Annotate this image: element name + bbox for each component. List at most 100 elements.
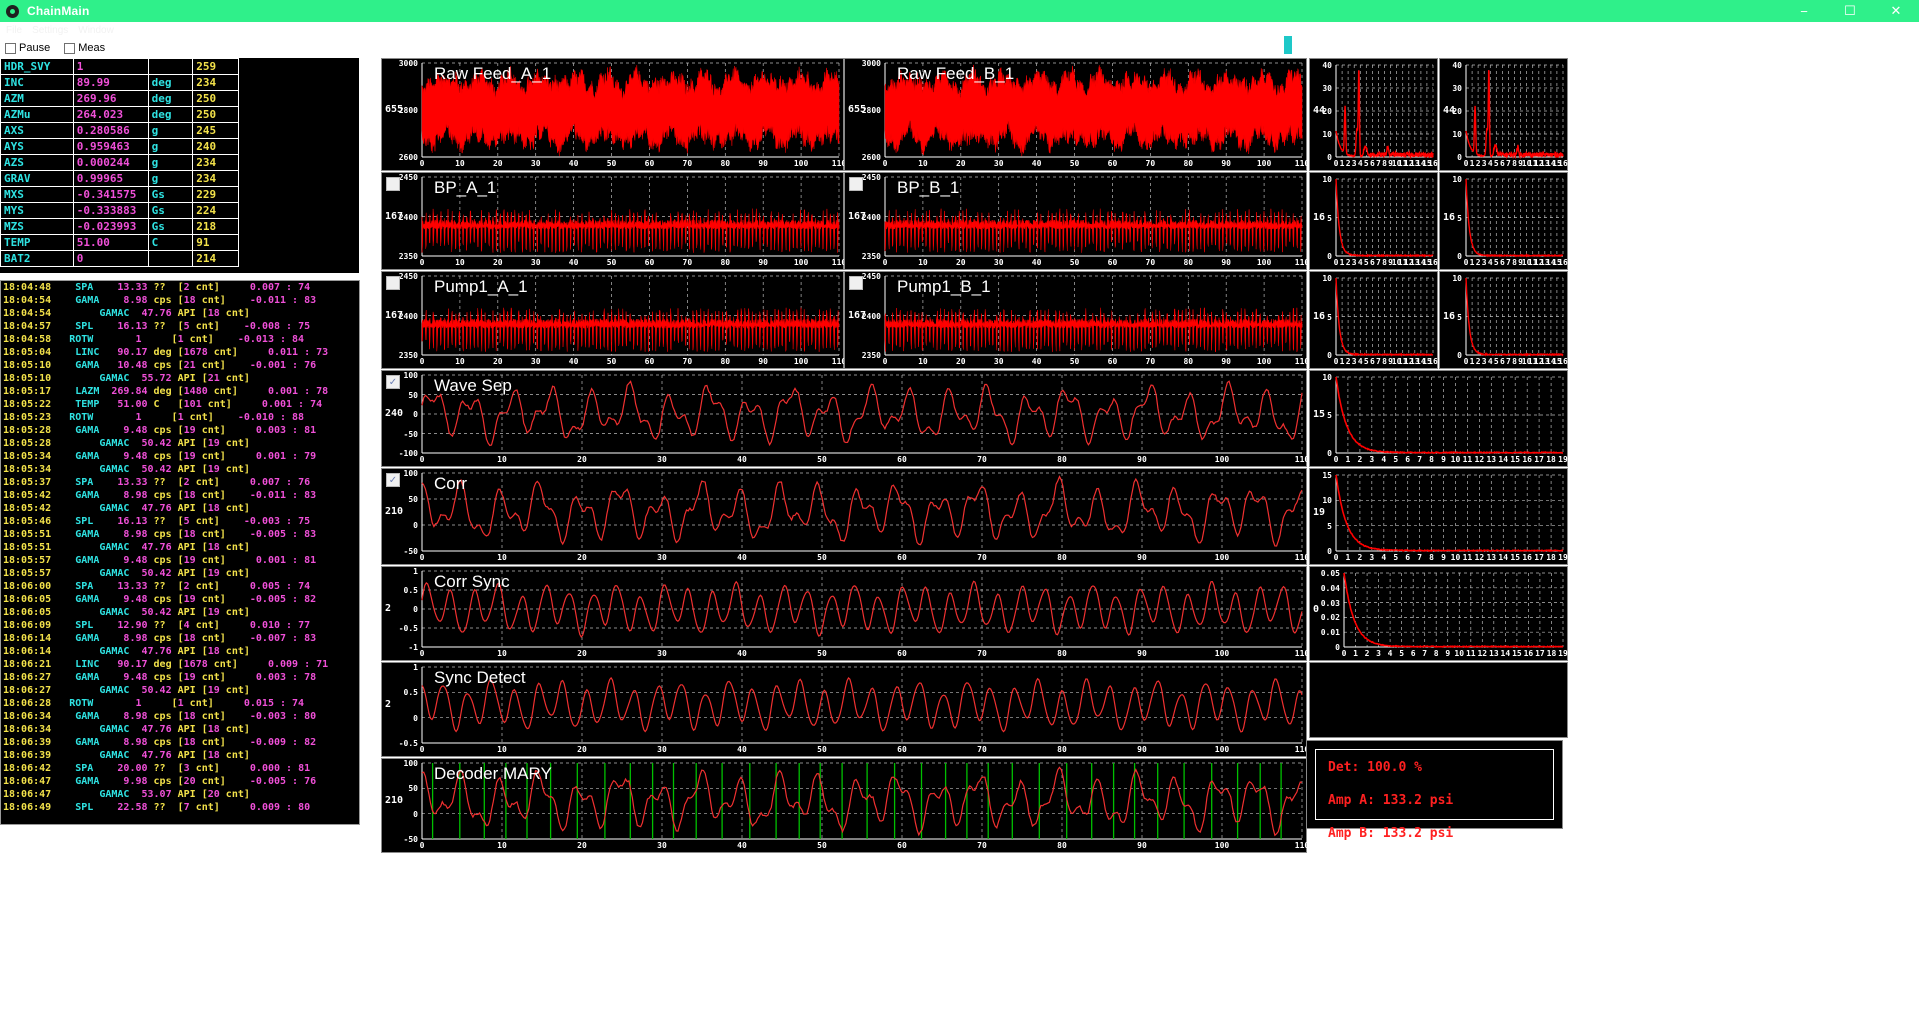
- event-log-panel[interactable]: 18:04:48 SPA 13.33 ?? [2 cnt] 0.007 : 74…: [0, 280, 360, 825]
- chart-pane-pump1-a-1[interactable]: 2450240023500102030405060708090100110167…: [381, 271, 844, 369]
- telemetry-value: 0.000244: [73, 155, 148, 171]
- telemetry-unit: Gs: [148, 203, 193, 219]
- x-tick-label: 0: [411, 841, 433, 850]
- menu-item-settings[interactable]: Settings: [32, 25, 68, 36]
- x-tick-label: 100: [1211, 649, 1233, 658]
- telemetry-value: 0: [73, 251, 148, 267]
- log-line: 18:06:47 GAMAC 53.07 API [20 cnt]: [3, 788, 357, 801]
- telemetry-panel: HDR_SVY1259INC89.99deg234AZM269.96deg250…: [0, 58, 360, 274]
- control-row: Pause Meas: [0, 38, 379, 58]
- channel-count-bp-b-1: 167: [848, 211, 866, 222]
- chart-pane-spectrum-corr[interactable]: 15105001234567891011121314151617181919: [1309, 468, 1568, 565]
- x-tick-label: 60: [891, 455, 913, 464]
- x-tick-label: 0: [874, 258, 896, 267]
- chart-pane-spectrum-a-pump[interactable]: 105001234567891011121314151616: [1309, 271, 1438, 369]
- y-tick-label: 30: [1428, 84, 1462, 93]
- telemetry-key: AZMu: [1, 107, 74, 123]
- channel-count-corr-sync: 2: [385, 603, 391, 614]
- x-tick-label: 16: [1552, 258, 1574, 267]
- x-tick-label: 40: [1026, 258, 1048, 267]
- chart-pane-decoder-mary[interactable]: 100500-500102030405060708090100110210Dec…: [381, 758, 1307, 853]
- chart-pane-spectrum-corr-sync[interactable]: 0.050.040.030.020.0100123456789101112131…: [1309, 566, 1568, 661]
- checkbox-box[interactable]: [5, 43, 16, 54]
- log-line: 18:04:57 SPL 16.13 ?? [5 cnt] -0.008 : 7…: [3, 320, 357, 333]
- chart-pane-bp-b-1[interactable]: 2450240023500102030405060708090100110167…: [844, 172, 1307, 270]
- close-button[interactable]: ✕: [1873, 0, 1919, 22]
- x-tick-label: 30: [651, 841, 673, 850]
- checkbox-box[interactable]: [64, 43, 75, 54]
- chart-pane-spectrum-b-pump[interactable]: 105001234567891011121314151616: [1439, 271, 1568, 369]
- enable-checkbox-wave-sep[interactable]: ✓: [386, 375, 400, 389]
- pause-checkbox[interactable]: Pause: [5, 42, 50, 54]
- log-line: 18:05:10 GAMAC 55.72 API [21 cnt]: [3, 372, 357, 385]
- x-tick-label: 90: [1215, 258, 1237, 267]
- y-tick-label: 40: [1428, 61, 1462, 70]
- enable-checkbox-bp-b-1[interactable]: [849, 177, 863, 191]
- table-row: MYS-0.333883Gs224: [1, 203, 239, 219]
- chart-pane-raw-feed-a-1[interactable]: 3000280026000102030405060708090100110655…: [381, 58, 844, 171]
- x-tick-label: 90: [1131, 455, 1153, 464]
- table-row: BAT20214: [1, 251, 239, 267]
- x-tick-label: 70: [1139, 357, 1161, 366]
- x-tick-label: 90: [1131, 841, 1153, 850]
- title-bar: ChainMain − ☐ ✕: [0, 0, 1919, 22]
- table-row: AYS0.959463g240: [1, 139, 239, 155]
- chart-pane-corr-sync[interactable]: 10.50-0.5-101020304050607080901001102Cor…: [381, 566, 1307, 661]
- y-tick-label: 0: [384, 521, 418, 530]
- telemetry-value: 0.280586: [73, 123, 148, 139]
- x-tick-label: 60: [1101, 159, 1123, 168]
- menu-item-file[interactable]: File: [6, 25, 22, 36]
- chart-pane-corr[interactable]: 100500-500102030405060708090100110210Cor…: [381, 468, 1307, 565]
- x-tick-label: 0: [411, 357, 433, 366]
- menu-item-window[interactable]: Window: [78, 25, 114, 36]
- window-controls: − ☐ ✕: [1781, 0, 1919, 22]
- telemetry-value: 264.023: [73, 107, 148, 123]
- x-tick-label: 80: [1051, 649, 1073, 658]
- y-tick-label: 50: [384, 784, 418, 793]
- minimize-button[interactable]: −: [1781, 0, 1827, 22]
- telemetry-count: 229: [193, 187, 239, 203]
- x-tick-label: 30: [988, 357, 1010, 366]
- telemetry-table: HDR_SVY1259INC89.99deg234AZM269.96deg250…: [0, 58, 239, 267]
- enable-checkbox-bp-a-1[interactable]: [386, 177, 400, 191]
- y-tick-label: 100: [384, 759, 418, 768]
- table-row: AZM269.96deg250: [1, 91, 239, 107]
- y-tick-label: 10: [1298, 130, 1332, 139]
- meas-label: Meas: [78, 42, 105, 54]
- meas-checkbox[interactable]: Meas: [64, 42, 105, 54]
- x-tick-label: 20: [950, 258, 972, 267]
- telemetry-value: 89.99: [73, 75, 148, 91]
- x-tick-label: 30: [525, 357, 547, 366]
- chart-pane-pump1-b-1[interactable]: 2450240023500102030405060708090100110167…: [844, 271, 1307, 369]
- chart-pane-spectrum-wave-sep[interactable]: 105001234567891011121314151617181915: [1309, 370, 1568, 467]
- channel-count-spectrum-corr: 19: [1313, 507, 1325, 518]
- channel-count-raw-feed-a-1: 655: [385, 104, 403, 115]
- enable-checkbox-pump1-b-1[interactable]: [849, 276, 863, 290]
- chart-pane-wave-sep[interactable]: 100500-50-100010203040506070809010011024…: [381, 370, 1307, 467]
- telemetry-count: 245: [193, 123, 239, 139]
- x-tick-label: 70: [676, 357, 698, 366]
- chart-pane-bp-a-1[interactable]: 2450240023500102030405060708090100110167…: [381, 172, 844, 270]
- enable-checkbox-pump1-a-1[interactable]: [386, 276, 400, 290]
- telemetry-key: HDR_SVY: [1, 59, 74, 75]
- x-tick-label: 60: [638, 159, 660, 168]
- table-row: MZS-0.023993Gs218: [1, 219, 239, 235]
- telemetry-unit: deg: [148, 91, 193, 107]
- chart-pane-raw-feed-b-1[interactable]: 3000280026000102030405060708090100110655…: [844, 58, 1307, 171]
- channel-count-spectrum-wave-sep: 15: [1313, 409, 1325, 420]
- enable-checkbox-corr[interactable]: ✓: [386, 473, 400, 487]
- chart-pane-sync-detect[interactable]: 10.50-0.501020304050607080901001102Sync …: [381, 662, 1307, 757]
- chart-pane-spectrum-b-bp[interactable]: 105001234567891011121314151616: [1439, 172, 1568, 270]
- chart-pane-spectrum-a-bp[interactable]: 105001234567891011121314151616: [1309, 172, 1438, 270]
- x-tick-label: 90: [1215, 357, 1237, 366]
- chart-pane-spectrum-b-top[interactable]: 40302010001234567891011121314151644: [1439, 58, 1568, 171]
- chart-pane-spectrum-a-top[interactable]: 40302010001234567891011121314151644: [1309, 58, 1438, 171]
- x-tick-label: 40: [731, 841, 753, 850]
- table-row: HDR_SVY1259: [1, 59, 239, 75]
- x-tick-label: 20: [950, 357, 972, 366]
- chart-title-bp-a-1: BP_A_1: [434, 178, 496, 198]
- log-line: 18:05:57 GAMA 9.48 cps [19 cnt] 0.001 : …: [3, 554, 357, 567]
- spectrum-placeholder: [1309, 662, 1568, 738]
- maximize-button[interactable]: ☐: [1827, 0, 1873, 22]
- x-tick-label: 70: [971, 649, 993, 658]
